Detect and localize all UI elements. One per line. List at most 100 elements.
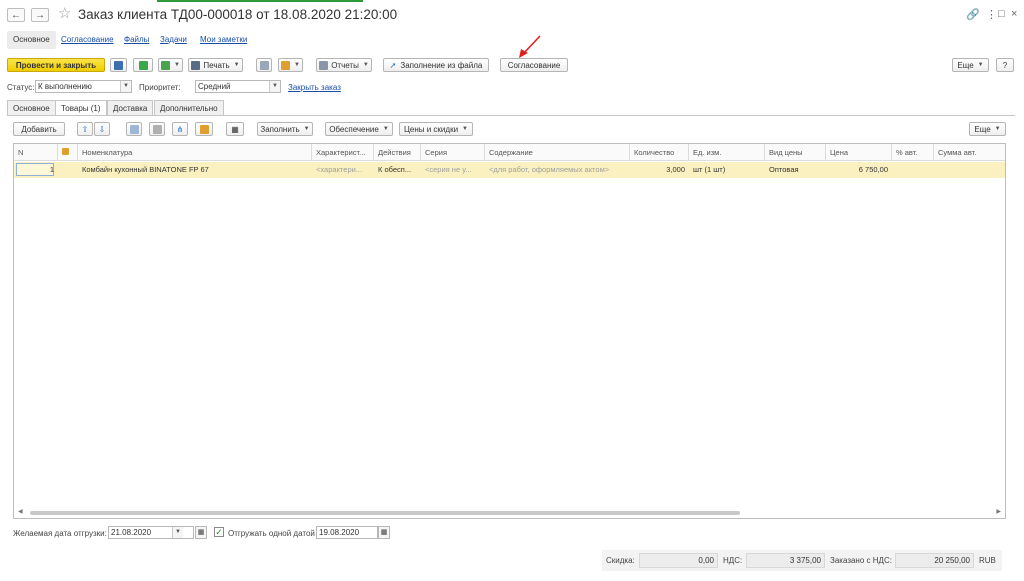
tab-main[interactable]: Основное [7,100,56,115]
more-button[interactable]: Еще ▼ [952,58,989,72]
calendar-icon[interactable]: ▦ [378,526,390,539]
more-vertical-icon[interactable]: ⋮ [986,8,997,21]
tab-goods[interactable]: Товары (1) [55,100,107,116]
chevron-down-icon: ▼ [977,62,984,68]
arrow-left-icon: ← [11,9,21,21]
goods-table[interactable]: N Номенклатура Характерист... Действия С… [13,143,1006,519]
desired-date-value: 21.08.2020 [111,528,152,537]
goods-more-button[interactable]: Еще ▼ [969,122,1006,136]
add-row-button[interactable]: Добавить [13,122,65,136]
scroll-left-icon[interactable]: ◀ [18,508,23,515]
copy-row-button[interactable] [126,122,142,136]
section-tab-notes[interactable]: Мои заметки [200,31,247,49]
back-button[interactable]: ← [7,8,25,22]
reports-button[interactable]: Отчеты ▼ [316,58,372,72]
column-header-actions[interactable]: Действия [374,144,421,161]
forward-button[interactable]: → [31,8,49,22]
move-up-button[interactable]: ⇧ [77,122,93,136]
maximize-icon[interactable]: □ [998,8,1005,20]
pick-goods-button[interactable] [195,122,213,136]
save-button[interactable] [110,58,127,72]
column-header-flag[interactable] [58,144,78,161]
cell-auto-percent[interactable] [892,162,934,178]
arrow-right-icon: → [35,9,45,21]
scrollbar-thumb[interactable] [30,511,740,515]
arrow-up-icon: ⇧ [81,124,89,134]
cell-item[interactable]: Комбайн кухонный BINATONE FP 67 [78,162,312,178]
cell-quantity[interactable]: 3,000 [630,162,689,178]
post-and-close-button[interactable]: Провести и закрыть [7,58,105,72]
approval-button[interactable]: Согласование [500,58,568,72]
cell-auto-sum[interactable] [934,162,1005,178]
prices-discounts-button[interactable]: Цены и скидки ▼ [399,122,473,136]
paste-row-button[interactable] [149,122,165,136]
print-button[interactable]: Печать ▼ [188,58,243,72]
column-header-auto-sum[interactable]: Сумма авт. [934,144,1005,161]
cell-series[interactable]: <серия не у... [421,162,485,178]
column-header-price-type[interactable]: Вид цены [765,144,826,161]
save-icon [114,60,123,70]
cell-content[interactable]: <для работ, оформляемых актом> [485,162,630,178]
split-row-button[interactable]: ⋔ [172,122,188,136]
fill-label: Заполнить [260,124,300,134]
structure-button[interactable] [256,58,272,72]
calendar-icon[interactable]: ▦ [195,526,207,539]
section-tab-files[interactable]: Файлы [124,31,149,49]
chevron-down-icon[interactable]: ▼ [172,527,183,538]
close-icon[interactable]: × [1011,8,1017,20]
section-tab-tasks[interactable]: Задачи [160,31,187,49]
column-header-quantity[interactable]: Количество [630,144,689,161]
cell-price[interactable]: 6 750,00 [826,162,892,178]
column-header-unit[interactable]: Ед. изм. [689,144,765,161]
column-header-item[interactable]: Номенклатура [78,144,312,161]
barcode-icon: ▦ [231,124,239,134]
more-label: Еще [957,60,974,70]
chevron-down-icon[interactable]: ▼ [269,81,280,92]
favorite-star-icon[interactable]: ☆ [58,5,71,23]
cell-n[interactable]: 1 [14,162,58,178]
selection-icon [199,124,209,134]
annotation-arrow-icon [519,35,541,58]
create-based-on-button[interactable]: ▼ [158,58,183,72]
cell-characteristic[interactable]: <характери... [312,162,374,178]
discount-value: 0,00 [639,553,718,568]
print-label: Печать [203,60,230,70]
barcode-button[interactable]: ▦ [226,122,244,136]
link-icon[interactable]: 🔗 [966,8,980,21]
create-based-on-icon [161,60,171,70]
close-order-link[interactable]: Закрыть заказ [288,83,341,92]
chevron-down-icon[interactable]: ▼ [120,81,131,92]
tab-additional[interactable]: Дополнительно [154,100,224,115]
cell-price-type[interactable]: Оптовая [765,162,826,178]
scroll-right-icon[interactable]: ▶ [996,508,1001,515]
column-header-series[interactable]: Серия [421,144,485,161]
provision-button[interactable]: Обеспечение ▼ [325,122,393,136]
horizontal-scrollbar[interactable]: ◀ ▶ [16,508,1003,516]
report-icon [319,60,329,70]
post-button[interactable] [133,58,153,72]
cell-unit[interactable]: шт (1 шт) [689,162,765,178]
priority-field[interactable]: Средний ▼ [195,80,281,93]
ship-date-field[interactable]: 19.08.2020 [316,526,378,539]
section-tab-approval[interactable]: Согласование [61,31,114,49]
cell-actions[interactable]: К обесп... [374,162,421,178]
column-header-characteristic[interactable]: Характерист... [312,144,374,161]
fill-button[interactable]: Заполнить ▼ [257,122,313,136]
printer-icon [191,60,201,70]
move-down-button[interactable]: ⇩ [94,122,110,136]
status-field[interactable]: К выполнению ▼ [35,80,132,93]
post-document-icon [138,60,148,70]
help-button[interactable]: ? [996,58,1014,72]
column-header-auto-percent[interactable]: % авт. [892,144,934,161]
ship-one-date-checkbox[interactable]: ✓ [214,527,224,537]
desired-date-field[interactable]: 21.08.2020 ▼ [108,526,194,539]
tab-delivery[interactable]: Доставка [107,100,154,115]
column-header-n[interactable]: N [14,144,58,161]
column-header-content[interactable]: Содержание [485,144,630,161]
section-tab-main[interactable]: Основное [7,31,56,49]
split-icon: ⋔ [176,124,184,134]
column-header-price[interactable]: Цена [826,144,892,161]
attachments-button[interactable]: ▼ [278,58,303,72]
active-window-indicator [157,0,363,2]
fill-from-file-button[interactable]: ➚ Заполнение из файла [383,58,489,72]
